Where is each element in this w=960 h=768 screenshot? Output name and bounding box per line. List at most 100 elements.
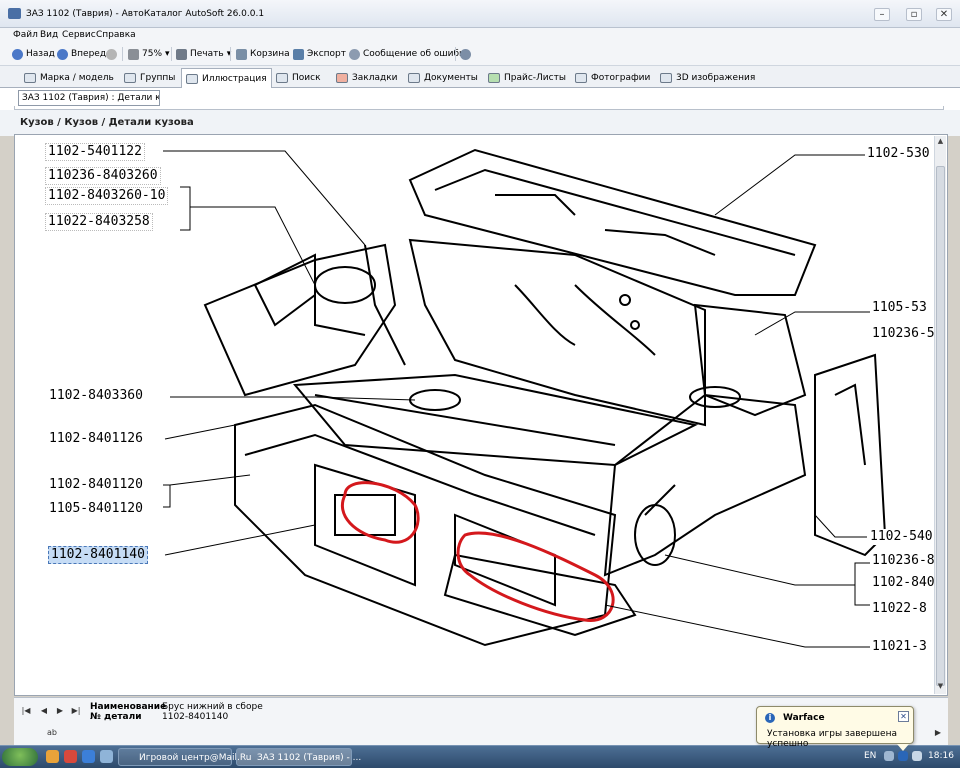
menu-bar: Файл Вид Сервис Справка (0, 28, 960, 42)
back-button[interactable]: Назад (12, 46, 55, 62)
part-label[interactable]: 1102-840 (870, 575, 937, 591)
part-label[interactable]: 110236-8403260 (45, 167, 161, 185)
part-label[interactable]: 1102-8401120 (47, 477, 145, 493)
part-label[interactable]: 1105-53 (870, 300, 929, 316)
taskbar-item-autocatalog[interactable]: ЗАЗ 1102 (Таврия) - ... (236, 748, 361, 766)
tab-documents[interactable]: Документы (404, 69, 482, 87)
tab-label: Марка / модель (40, 73, 114, 83)
cart-label: Корзина (250, 49, 290, 59)
chrome-icon[interactable] (64, 750, 77, 763)
menu-file[interactable]: Файл (13, 30, 38, 40)
message-icon (349, 48, 360, 60)
chevron-down-icon: ▾ (165, 49, 170, 59)
export-button[interactable]: Экспорт (293, 46, 346, 62)
part-label[interactable]: 110236-8 (870, 553, 937, 569)
section-title: Кузов / Кузов / Детали кузова (20, 117, 194, 128)
part-label[interactable]: 1105-8401120 (47, 501, 145, 517)
part-label[interactable]: 11022-8 (870, 601, 929, 617)
export-label: Экспорт (307, 49, 347, 59)
tab-groups[interactable]: Группы (120, 69, 179, 87)
tab-label: Закладки (352, 73, 398, 83)
export-icon (293, 48, 304, 60)
forward-button[interactable]: Вперед (57, 46, 106, 62)
ie-icon[interactable] (82, 750, 95, 763)
scroll-down-arrow-icon[interactable]: ▼ (936, 681, 945, 691)
browser-icon[interactable] (46, 750, 59, 763)
part-label[interactable]: 1102-540 (868, 529, 935, 545)
scroll-up-arrow-icon[interactable]: ▲ (936, 136, 945, 146)
breadcrumb-row: ЗАЗ 1102 (Таврия) : Детали кузова (0, 88, 960, 110)
tab-label: Документы (424, 73, 478, 83)
flag-icon (336, 73, 348, 83)
first-record-icon[interactable]: |◀ (20, 706, 32, 716)
number-label: № детали (90, 712, 142, 722)
section-header: Кузов / Кузов / Детали кузова (0, 110, 960, 136)
cowl-panel (408, 148, 817, 296)
zoom-dropdown[interactable]: 75% ▾ (128, 46, 170, 62)
scroll-right-icon[interactable]: ▶ (932, 728, 944, 738)
tab-bar: Марка / модель Группы Иллюстрация Поиск … (0, 66, 960, 88)
tab-search[interactable]: Поиск (272, 69, 325, 87)
volume-icon[interactable] (912, 751, 922, 761)
part-label[interactable]: 11021-3 (870, 639, 929, 655)
tab-make-model[interactable]: Марка / модель (20, 69, 118, 87)
forward-arrow-icon (57, 48, 68, 60)
part-label[interactable]: 1102-530 (865, 146, 932, 162)
language-indicator[interactable]: EN (864, 751, 876, 761)
right-side-panel (814, 353, 887, 557)
prev-record-icon[interactable]: ◀ (38, 706, 50, 716)
cart-button[interactable]: Корзина (236, 46, 290, 62)
app-icon (8, 8, 21, 19)
zoom-value: 75% (142, 49, 163, 59)
breadcrumb-box[interactable]: ЗАЗ 1102 (Таврия) : Детали кузова (18, 90, 160, 106)
tab-photos[interactable]: Фотографии (571, 69, 654, 87)
menu-view[interactable]: Вид (40, 30, 58, 40)
floor-crossmember (292, 373, 699, 467)
part-label-selected[interactable]: 1102-8401140 (48, 546, 148, 564)
help-button[interactable] (460, 46, 471, 62)
clock[interactable]: 18:16 (928, 751, 954, 761)
part-label[interactable]: 1102-8403260-10 (45, 187, 169, 205)
vertical-scrollbar[interactable]: ▲ ▼ (934, 136, 946, 694)
taskbar-item-label: ЗАЗ 1102 (Таврия) - ... (257, 753, 362, 763)
search-icon (276, 73, 288, 83)
start-button[interactable] (2, 748, 38, 766)
scroll-thumb[interactable] (936, 166, 945, 686)
next-record-icon[interactable]: ▶ (54, 706, 66, 716)
menu-help[interactable]: Справка (96, 30, 136, 40)
desktop-icon[interactable] (100, 750, 113, 763)
tab-3d[interactable]: 3D изображения (656, 69, 759, 87)
stop-button[interactable] (106, 46, 117, 62)
notification-balloon[interactable]: i Warface ✕ Установка игры завершена усп… (756, 706, 914, 751)
part-label[interactable]: 1102-8401126 (47, 431, 145, 447)
printer-icon (176, 48, 187, 60)
minimize-button[interactable]: – (874, 8, 890, 21)
part-label[interactable]: 110236-5 (870, 326, 937, 342)
tray-icon[interactable] (884, 751, 894, 761)
tab-price-lists[interactable]: Прайс-Листы (484, 69, 570, 87)
help-icon (460, 48, 471, 60)
part-label[interactable]: 1102-5401122 (45, 143, 145, 161)
tray-info-icon[interactable] (898, 751, 908, 761)
tab-bookmarks[interactable]: Закладки (332, 69, 402, 87)
last-record-icon[interactable]: ▶| (70, 706, 82, 716)
print-button[interactable]: Печать ▾ (176, 46, 231, 62)
report-error-button[interactable]: Сообщение об ошибке (349, 46, 470, 62)
taskbar-item-game-center[interactable]: Игровой центр@Mail.Ru (118, 748, 251, 766)
cart-icon (236, 48, 247, 60)
part-label[interactable]: 11022-8403258 (45, 213, 153, 231)
maximize-button[interactable]: ▫ (906, 8, 922, 21)
tab-label: Иллюстрация (202, 73, 267, 84)
info-icon: i (765, 713, 775, 723)
tab-label: Поиск (292, 73, 321, 83)
close-icon[interactable]: ✕ (898, 711, 909, 722)
number-value: 1102-8401140 (162, 712, 229, 722)
part-label[interactable]: 1102-8403360 (47, 388, 145, 404)
menu-service[interactable]: Сервис (62, 30, 96, 40)
close-button[interactable]: ✕ (936, 8, 952, 21)
back-arrow-icon (12, 48, 23, 60)
tab-illustration[interactable]: Иллюстрация (181, 68, 272, 88)
stop-icon (106, 48, 117, 60)
illustration-canvas[interactable]: 1102-5401122 110236-8403260 1102-8403260… (14, 134, 948, 696)
edit-icon[interactable]: ab (46, 728, 58, 738)
